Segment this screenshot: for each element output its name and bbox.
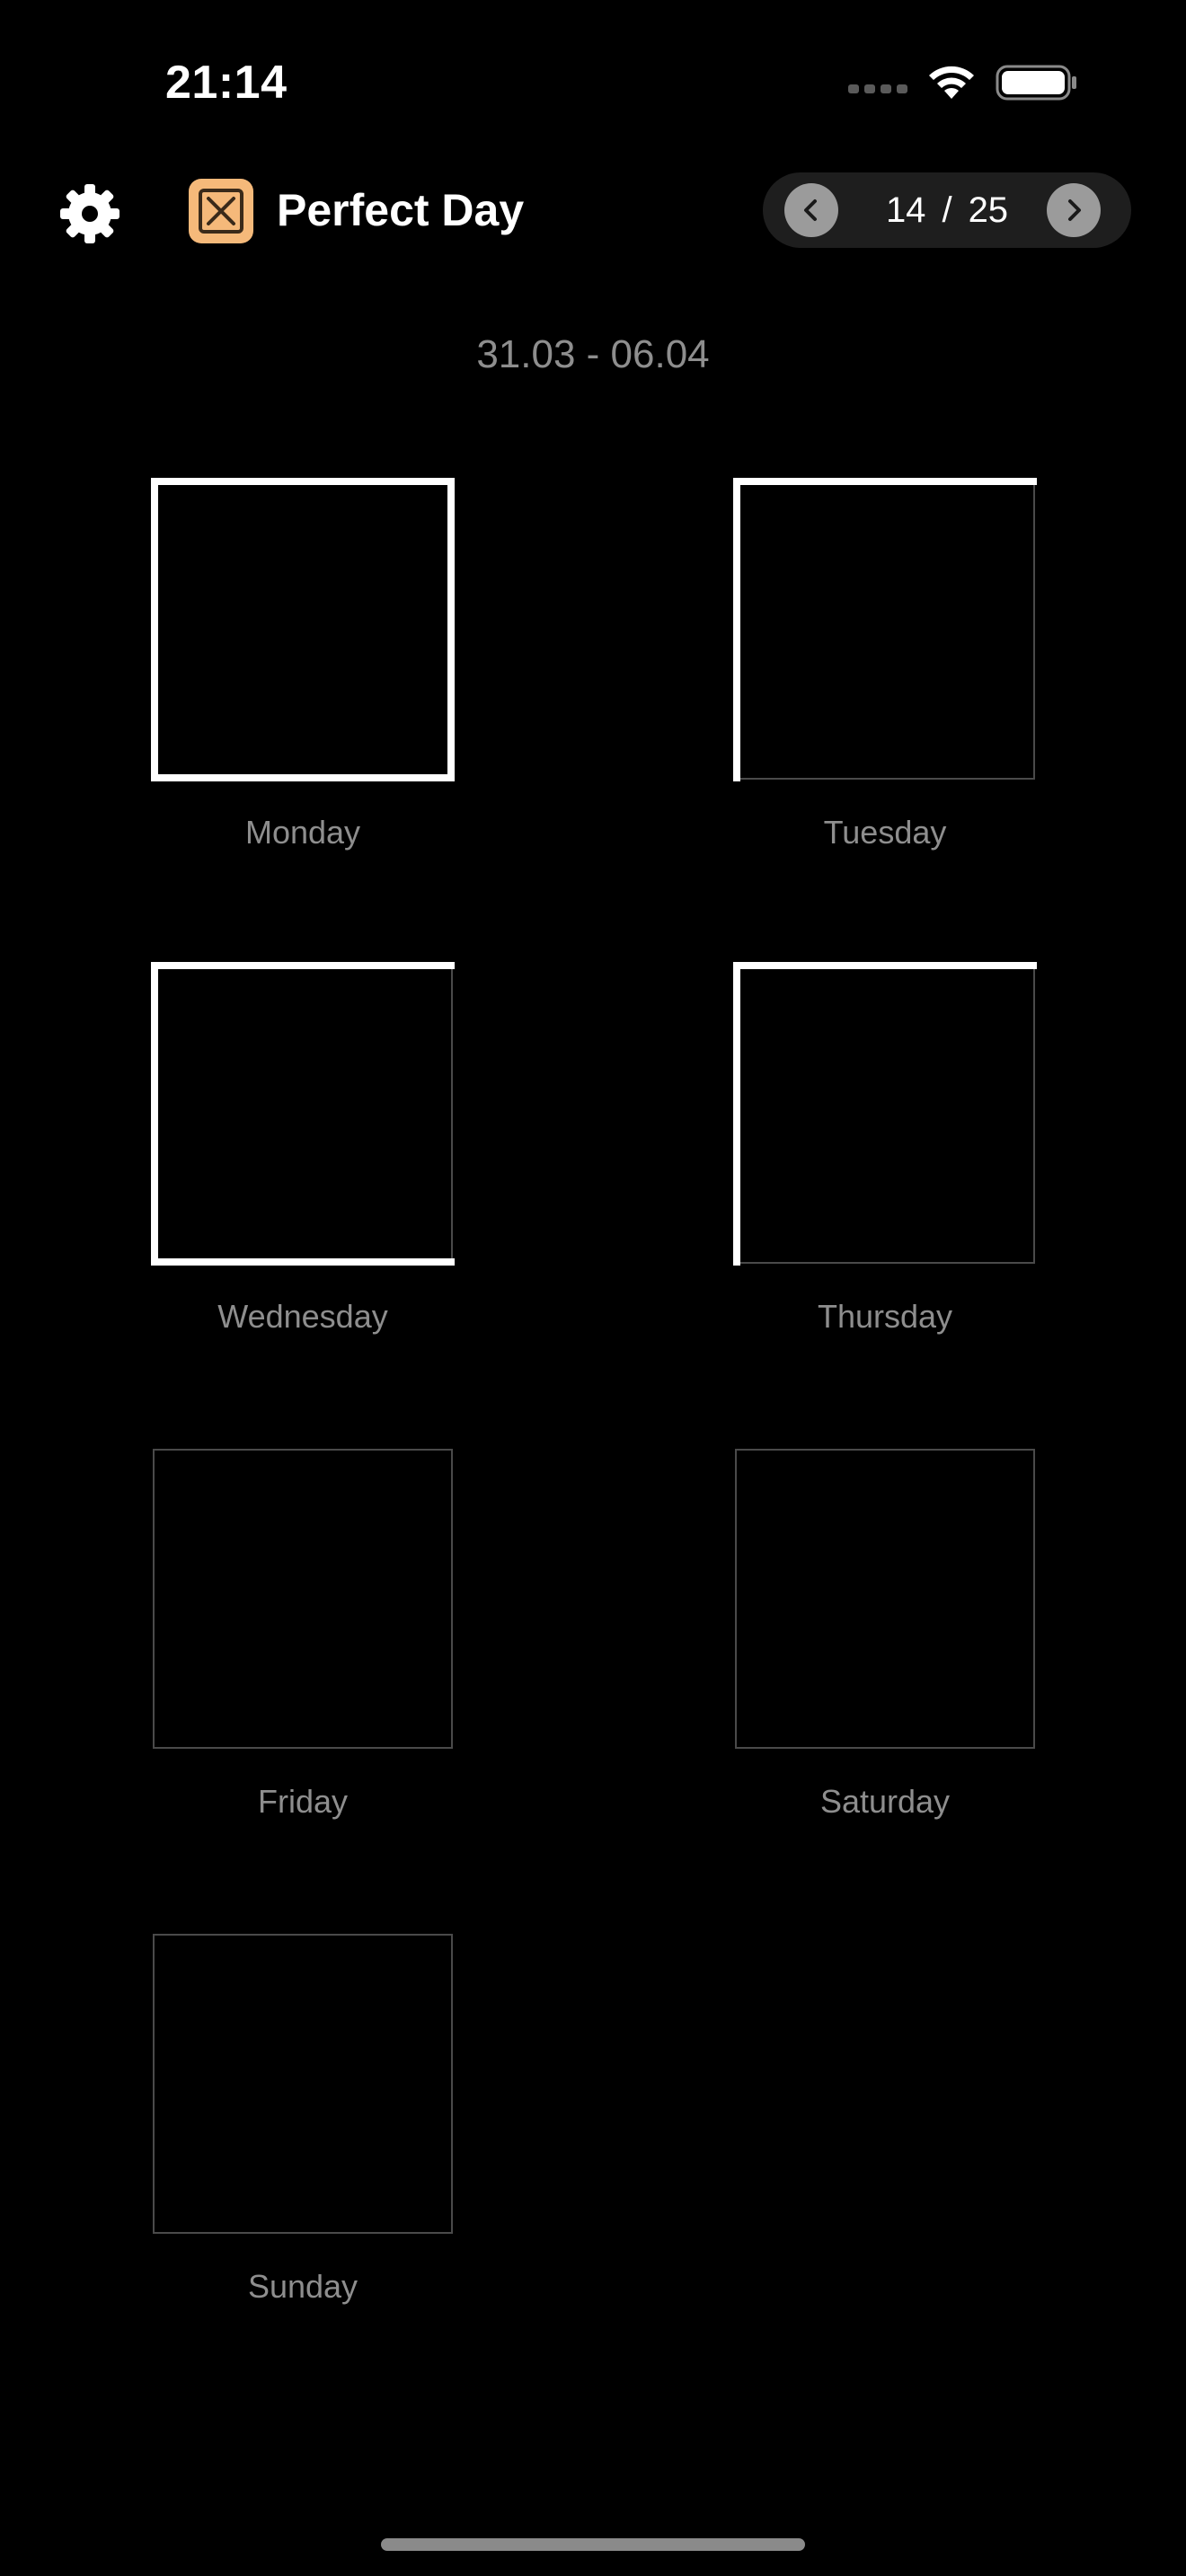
day-box[interactable] <box>153 1449 453 1749</box>
day-label: Thursday <box>817 1298 953 1335</box>
chevron-right-icon <box>1068 199 1081 221</box>
wifi-icon <box>929 66 974 99</box>
cellular-signal-icon <box>848 84 907 93</box>
edge-top <box>151 962 455 969</box>
day-cell-thursday[interactable]: Thursday <box>733 962 1037 1336</box>
day-cell-sunday[interactable]: Sunday <box>153 1934 453 2306</box>
day-box[interactable] <box>733 478 1037 781</box>
day-box[interactable] <box>153 1934 453 2234</box>
edge-left <box>151 962 158 1266</box>
week-pager: 14 / 25 <box>763 172 1131 248</box>
edge-bottom <box>151 1258 455 1266</box>
day-cell-wednesday[interactable]: Wednesday <box>151 962 455 1336</box>
day-cell-friday[interactable]: Friday <box>153 1449 453 1821</box>
app-title: Perfect Day <box>277 185 525 235</box>
edge-top <box>733 962 1037 969</box>
day-cell-tuesday[interactable]: Tuesday <box>733 478 1037 851</box>
x-square-icon <box>199 189 243 234</box>
day-box[interactable] <box>735 1449 1035 1749</box>
next-week-button[interactable] <box>1047 183 1101 237</box>
day-box[interactable] <box>733 962 1037 1266</box>
day-label: Monday <box>244 814 361 851</box>
status-icons <box>848 63 1078 102</box>
day-box[interactable] <box>151 962 455 1266</box>
day-label: Tuesday <box>823 814 947 851</box>
current-page: 14 <box>885 190 926 230</box>
total-pages: 25 <box>968 190 1009 230</box>
edge-top <box>151 478 455 485</box>
date-range: 31.03 - 06.04 <box>476 332 710 376</box>
day-box[interactable] <box>151 478 455 781</box>
battery-icon <box>996 65 1076 101</box>
day-label: Friday <box>257 1783 349 1820</box>
edge-bottom <box>151 774 455 781</box>
status-time: 21:14 <box>165 57 288 109</box>
day-label: Sunday <box>247 2268 358 2305</box>
page-separator: / <box>942 190 952 230</box>
edge-left <box>151 478 158 781</box>
edge-left <box>733 478 740 781</box>
day-label: Saturday <box>819 1783 951 1820</box>
edge-left <box>733 962 740 1266</box>
gear-icon <box>60 184 119 243</box>
day-cell-saturday[interactable]: Saturday <box>735 1449 1035 1821</box>
day-label: Wednesday <box>217 1298 388 1335</box>
app-logo <box>189 179 253 243</box>
day-cell-monday[interactable]: Monday <box>151 478 455 851</box>
settings-button[interactable] <box>56 180 124 248</box>
edge-right <box>447 478 455 781</box>
home-indicator <box>381 2538 805 2551</box>
edge-top <box>733 478 1037 485</box>
